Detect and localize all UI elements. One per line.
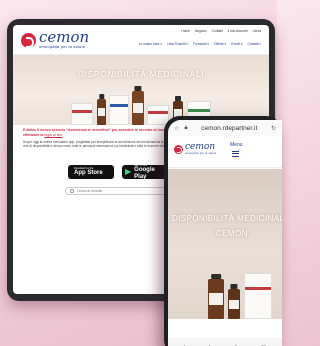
cemon-logo[interactable]: cemon omeopatia per la salute <box>174 143 217 155</box>
mobile-hero-banner: DISPONIBILITÀ MEDICINALI CEMON <box>168 169 282 319</box>
google-play-label: Google Play <box>134 166 155 180</box>
top-nav-contacts[interactable]: Contatti <box>212 29 223 33</box>
product-box-image <box>109 95 129 125</box>
product-box-image <box>147 105 169 125</box>
logo-text: cemon <box>185 142 216 152</box>
search-icon <box>70 189 74 193</box>
reload-icon[interactable]: ↻ <box>271 125 276 132</box>
phone-device: ☆ 🔒︎ cemon.rdepartner.it ↻ cemon omeopat… <box>164 116 282 346</box>
cemon-logo-mark-icon <box>174 144 183 154</box>
app-store-label: App Store <box>74 170 103 176</box>
phone-screen: ☆ 🔒︎ cemon.rdepartner.it ↻ cemon omeopat… <box>168 120 282 346</box>
lock-icon: 🔒︎ <box>184 124 188 131</box>
google-play-icon: ▶ <box>125 167 132 176</box>
hero-title: DISPONIBILITÀ MEDICINALI <box>77 69 205 79</box>
hero-title: DISPONIBILITÀ MEDICINALI <box>172 214 282 223</box>
hamburger-menu-icon[interactable] <box>232 151 239 158</box>
menu-label[interactable]: Menu <box>230 142 243 148</box>
top-nav-search[interactable]: Cerca <box>252 29 261 33</box>
store-badges: Download on the App Store ▶ GET IT ON Go… <box>68 164 168 180</box>
product-bottle-image <box>208 274 224 319</box>
top-nav-account[interactable]: Il mio Account <box>228 29 248 33</box>
mobile-site-header: cemon omeopatia per la salute Menu <box>168 136 282 168</box>
login-link[interactable]: login al sito <box>44 133 62 137</box>
main-nav-products[interactable]: Lista Prodotti ▾ <box>167 42 188 46</box>
product-bottle-image <box>97 94 106 125</box>
cemon-logo-mark-icon <box>21 32 36 48</box>
product-bottle-image <box>228 284 240 319</box>
top-nav-shop[interactable]: Negozio <box>195 29 207 33</box>
logo-tagline: omeopatia per la salute <box>39 44 86 49</box>
star-icon[interactable]: ☆ <box>174 125 179 132</box>
main-nav-events[interactable]: Eventi ▾ <box>231 42 242 46</box>
hero-banner: DISPONIBILITÀ MEDICINALI <box>13 55 269 125</box>
top-nav: Home Negozio Contatti Il mio Account Cer… <box>181 29 261 33</box>
site-header: cemon omeopatia per la salute Home Negoz… <box>13 25 269 55</box>
app-store-button[interactable]: Download on the App Store <box>68 165 114 179</box>
cemon-logo[interactable]: cemon omeopatia per la salute <box>21 28 90 49</box>
remedy-search-input[interactable] <box>76 189 177 193</box>
product-box-image <box>244 273 272 319</box>
url-text[interactable]: cemon.rdepartner.it <box>193 125 266 132</box>
browser-address-bar: ☆ 🔒︎ cemon.rdepartner.it ↻ <box>168 120 282 136</box>
top-nav-home[interactable]: Home <box>181 29 190 33</box>
main-nav-areas[interactable]: Le nostre Aree ▾ <box>139 42 162 46</box>
main-nav-forms[interactable]: Formulari ▾ <box>193 42 209 46</box>
browser-bottom-bar: ‹ › ⌂ ▢ <box>168 338 282 346</box>
main-nav-contacts[interactable]: Contatti ▾ <box>248 42 261 46</box>
google-play-button[interactable]: ▶ GET IT ON Google Play <box>122 164 168 180</box>
hero-subtitle: CEMON <box>216 229 248 238</box>
product-bottle-image <box>132 86 144 125</box>
main-nav: Le nostre Aree ▾ Lista Prodotti ▾ Formul… <box>139 42 261 46</box>
logo-tagline: omeopatia per la salute <box>185 152 217 155</box>
logo-text: cemon <box>39 28 90 46</box>
product-box-image <box>71 103 93 125</box>
main-nav-offers[interactable]: Offerte ▾ <box>214 42 226 46</box>
